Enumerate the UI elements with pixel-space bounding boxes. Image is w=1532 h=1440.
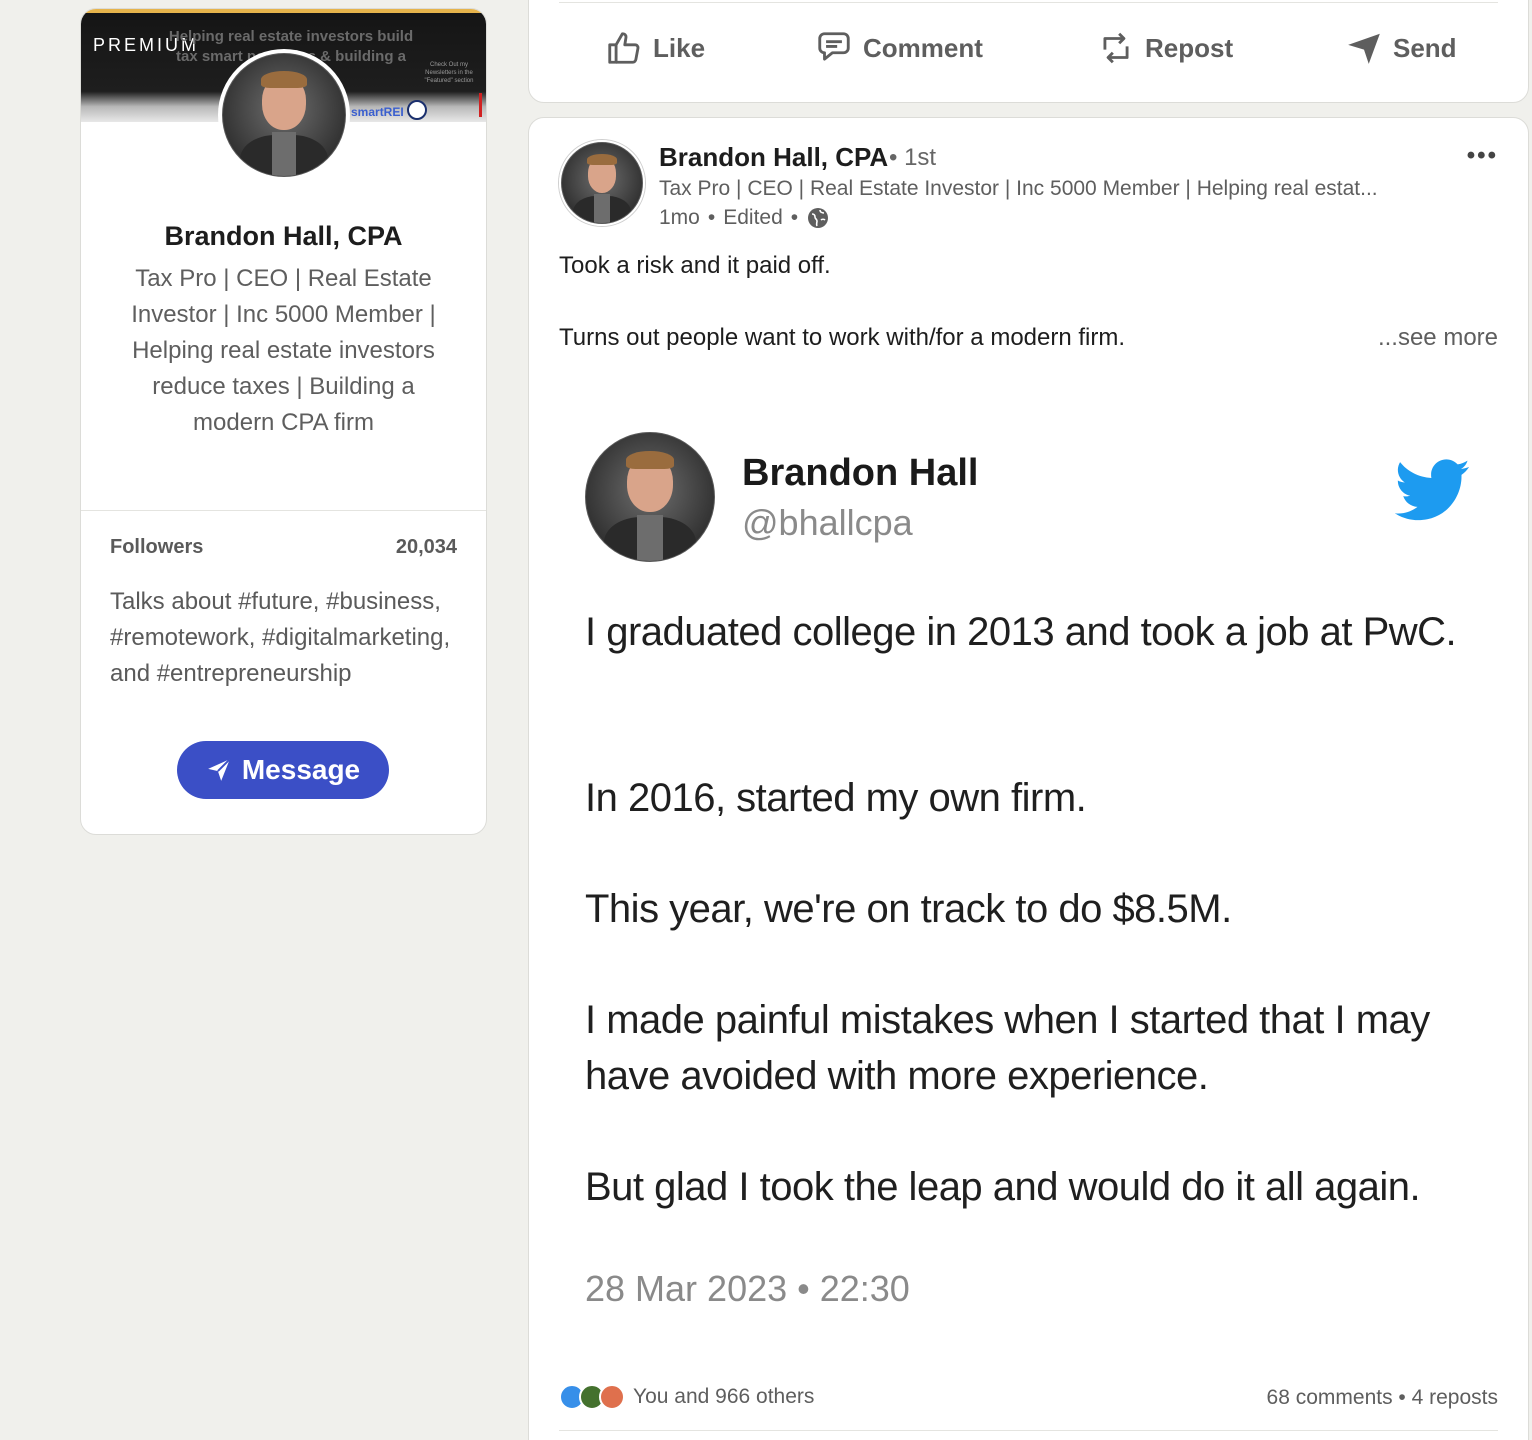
previous-post-actions: Like Comment Repost Send — [528, 0, 1529, 103]
banner-note: Check Out my Newsletters in the "Feature… — [424, 62, 474, 84]
tweet-avatar — [585, 432, 715, 562]
tweet-name: Brandon Hall — [742, 452, 979, 494]
tweet-text-line: I graduated college in 2013 and took a j… — [585, 610, 1457, 654]
connection-degree: • 1st — [889, 144, 937, 171]
comments-reposts-count[interactable]: 68 comments • 4 reposts — [1267, 1386, 1498, 1410]
author-headline: Tax Pro | CEO | Real Estate Investor | I… — [659, 177, 1378, 200]
tweet-handle: @bhallcpa — [742, 502, 913, 543]
post-text-line: Turns out people want to work with/for a… — [559, 324, 1126, 351]
edited-label: Edited — [723, 206, 783, 229]
profile-avatar[interactable] — [218, 49, 350, 181]
followers-count: 20,034 — [395, 536, 457, 558]
author-avatar[interactable] — [559, 140, 645, 226]
profile-name[interactable]: Brandon Hall, CPA — [81, 221, 486, 252]
banner-badge-icon — [407, 100, 427, 120]
divider — [81, 510, 486, 511]
profile-headline: Tax Pro | CEO | Real Estate Investor | I… — [131, 265, 436, 436]
love-reaction-icon — [599, 1384, 625, 1410]
more-options-icon[interactable]: ••• — [1467, 142, 1498, 170]
divider — [559, 1430, 1498, 1431]
tweet-text-line: I made painful mistakes when I started t… — [585, 998, 1430, 1098]
reaction-icons — [559, 1384, 625, 1410]
tweet-text-line: But glad I took the leap and would do it… — [585, 1165, 1421, 1209]
author-name[interactable]: Brandon Hall, CPA — [659, 142, 888, 173]
see-more-link[interactable]: ...see more — [1378, 324, 1498, 352]
send-icon — [208, 758, 231, 781]
message-label: Message — [241, 754, 361, 785]
send-icon — [1348, 33, 1380, 64]
post-meta: 1mo • Edited • — [659, 206, 830, 230]
tweet-timestamp: 28 Mar 2023 • 22:30 — [585, 1268, 910, 1309]
repost-button[interactable]: Repost — [1097, 29, 1233, 67]
divider — [559, 2, 1498, 3]
send-button[interactable]: Send — [1345, 29, 1457, 67]
reactions-summary[interactable]: You and 966 others — [559, 1384, 814, 1410]
post-time: 1mo — [659, 206, 700, 229]
tweet-image[interactable]: Brandon Hall @bhallcpa I graduated colle… — [559, 408, 1499, 1348]
repost-icon — [1103, 32, 1129, 64]
message-button[interactable]: Message — [177, 741, 389, 799]
post-card: Brandon Hall, CPA • 1st Tax Pro | CEO | … — [528, 117, 1529, 1440]
globe-icon — [808, 208, 829, 228]
separator: • — [707, 206, 716, 229]
post-text-line: Took a risk and it paid off. — [559, 252, 831, 279]
twitter-bird-icon — [1395, 459, 1470, 521]
comment-button[interactable]: Comment — [815, 29, 983, 67]
like-button[interactable]: Like — [605, 29, 705, 67]
tweet-text-line: This year, we're on track to do $8.5M. — [585, 887, 1232, 931]
profile-card: PREMIUM Helping real estate investors bu… — [80, 8, 487, 835]
banner-arrow-icon — [479, 93, 482, 117]
tweet-text-line: In 2016, started my own firm. — [585, 776, 1087, 820]
reactions-text: You and 966 others — [633, 1385, 815, 1408]
banner-brand: smartREI — [351, 105, 404, 119]
followers-label: Followers — [110, 536, 204, 558]
separator: • — [790, 206, 799, 229]
talks-about: Talks about #future, #business, #remotew… — [110, 588, 451, 687]
comment-icon — [818, 32, 850, 61]
thumbs-up-icon — [608, 32, 640, 64]
